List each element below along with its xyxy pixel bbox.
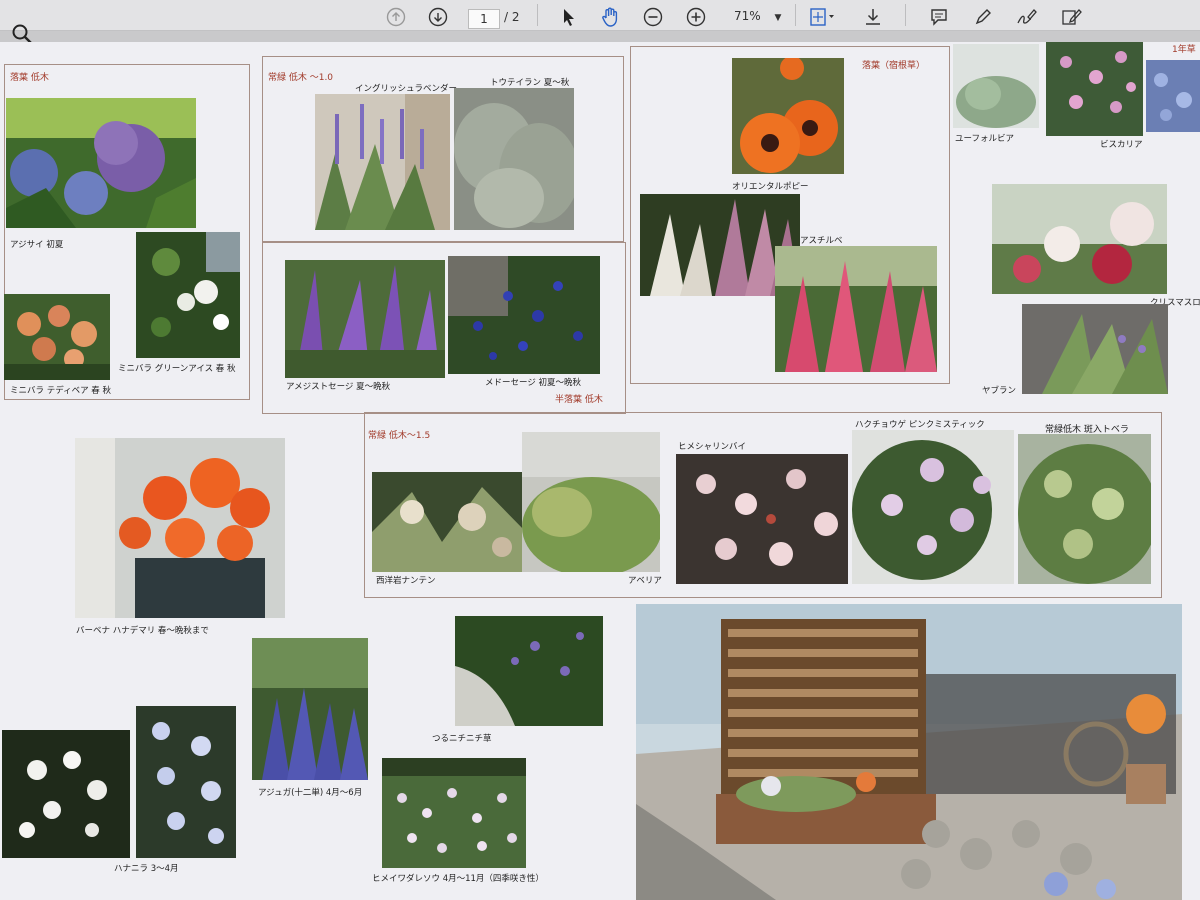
photo-nandina (372, 472, 526, 572)
caption-minibara-green: ミニバラ グリーンアイス 春 秋 (118, 364, 236, 374)
photo-viscaria (1046, 42, 1143, 136)
photo-hananira-1 (2, 730, 130, 858)
photo-hakuchouge (852, 430, 1014, 584)
caption-ajuga: アジュガ(十二単) 4月～6月 (258, 788, 363, 798)
toolbar-divider (537, 4, 538, 26)
toolbar-divider (905, 4, 906, 26)
photo-ajisai (6, 98, 196, 228)
document-page: 落葉 低木 アジサイ 初夏 ミニバラ グリーンアイス 春 秋 ミニバラ テディベ… (0, 42, 1200, 900)
photo-lavender (315, 94, 450, 230)
hand-icon[interactable] (598, 6, 624, 28)
photo-verbena (75, 438, 285, 618)
photo-tsurunichinichi (455, 616, 603, 726)
caption-himesharinbai: ヒメシャリンバイ (678, 442, 747, 452)
caption-meadow: メドーセージ 初夏～晩秋 (485, 378, 582, 388)
group-label: 落葉（宿根草） (862, 61, 926, 71)
zoom-in-icon[interactable] (685, 6, 707, 28)
caption-hananira: ハナニラ 3～4月 (114, 864, 179, 874)
photo-ajuga (252, 638, 368, 780)
fit-page-icon[interactable] (808, 6, 836, 28)
caption-verbena: バーベナ ハナデマリ 春～晩秋まで (76, 626, 209, 636)
caption-touteiran: トウテイラン 夏～秋 (490, 78, 570, 88)
caption-tsurunichinichi: つるニチニチ草 (432, 734, 492, 744)
zoom-value: 71% (734, 9, 761, 23)
sign-icon[interactable] (1015, 6, 1039, 28)
caption-astilbe: アスチルベ (800, 236, 843, 246)
photo-hananira-2 (136, 706, 236, 858)
caption-viscaria: ビスカリア (1100, 140, 1143, 150)
caption-hakuchouge: ハクチョウゲ ピンクミスティック (855, 420, 985, 430)
caption-poppy: オリエンタルポピー (732, 182, 809, 192)
garden-rendering-image (636, 604, 1182, 900)
caption-himeiwadaso: ヒメイワダレソウ 4月～11月（四季咲き性） (372, 874, 544, 884)
caption-euphorbia: ユーフォルビア (955, 134, 1014, 144)
group-label: 常緑 低木～1.5 (368, 431, 431, 441)
page-total: / 2 (504, 10, 520, 24)
down-arrow-icon[interactable] (427, 6, 449, 28)
zoom-out-icon[interactable] (642, 6, 664, 28)
photo-euphorbia (953, 44, 1039, 128)
caption-ajisai: アジサイ 初夏 (10, 240, 64, 250)
photo-himesharinbai (676, 454, 848, 584)
zoom-select[interactable]: 71% ▼ (728, 6, 792, 26)
page-number-input[interactable]: 1 (468, 9, 500, 29)
chevron-down-icon: ▼ (774, 13, 782, 23)
toolbar-divider (795, 4, 796, 26)
group-label: 1年草 (1172, 45, 1196, 55)
photo-tobira (1018, 434, 1151, 584)
photo-annual-blue (1146, 60, 1200, 132)
pdf-toolbar: 1 / 2 71% ▼ (0, 0, 1200, 44)
caption-lavender: イングリッシュラベンダー (355, 84, 458, 94)
photo-christmas-rose (992, 184, 1167, 294)
group-label: 落葉 低木 (10, 73, 49, 83)
edit-icon[interactable] (1060, 6, 1084, 28)
pointer-icon[interactable] (558, 6, 580, 28)
photo-poppy (732, 58, 844, 174)
photo-touteiran (454, 88, 574, 230)
photo-meadow (448, 256, 600, 374)
caption-amethyst: アメジストセージ 夏～晩秋 (286, 382, 391, 392)
photo-astilbe-2 (775, 246, 937, 372)
pen-icon[interactable] (972, 6, 994, 28)
comment-icon[interactable] (928, 6, 950, 28)
photo-minibara-teddy (4, 294, 110, 380)
caption-abelia: アベリア (628, 576, 662, 586)
photo-himeiwadaso (382, 758, 526, 868)
caption-minibara-teddy: ミニバラ テディベア 春 秋 (10, 386, 112, 396)
group-label: 常緑 低木 ～1.0 (268, 73, 334, 83)
up-arrow-icon[interactable] (385, 6, 407, 28)
photo-amethyst (285, 260, 445, 378)
photo-yaburan (1022, 304, 1168, 394)
photo-minibara-green (136, 232, 240, 358)
download-icon[interactable] (862, 6, 884, 28)
photo-abelia (522, 432, 660, 572)
caption-yaburan: ヤブラン (982, 386, 1017, 396)
group-label: 半落葉 低木 (555, 395, 603, 405)
caption-nandina: 西洋岩ナンテン (376, 576, 436, 586)
